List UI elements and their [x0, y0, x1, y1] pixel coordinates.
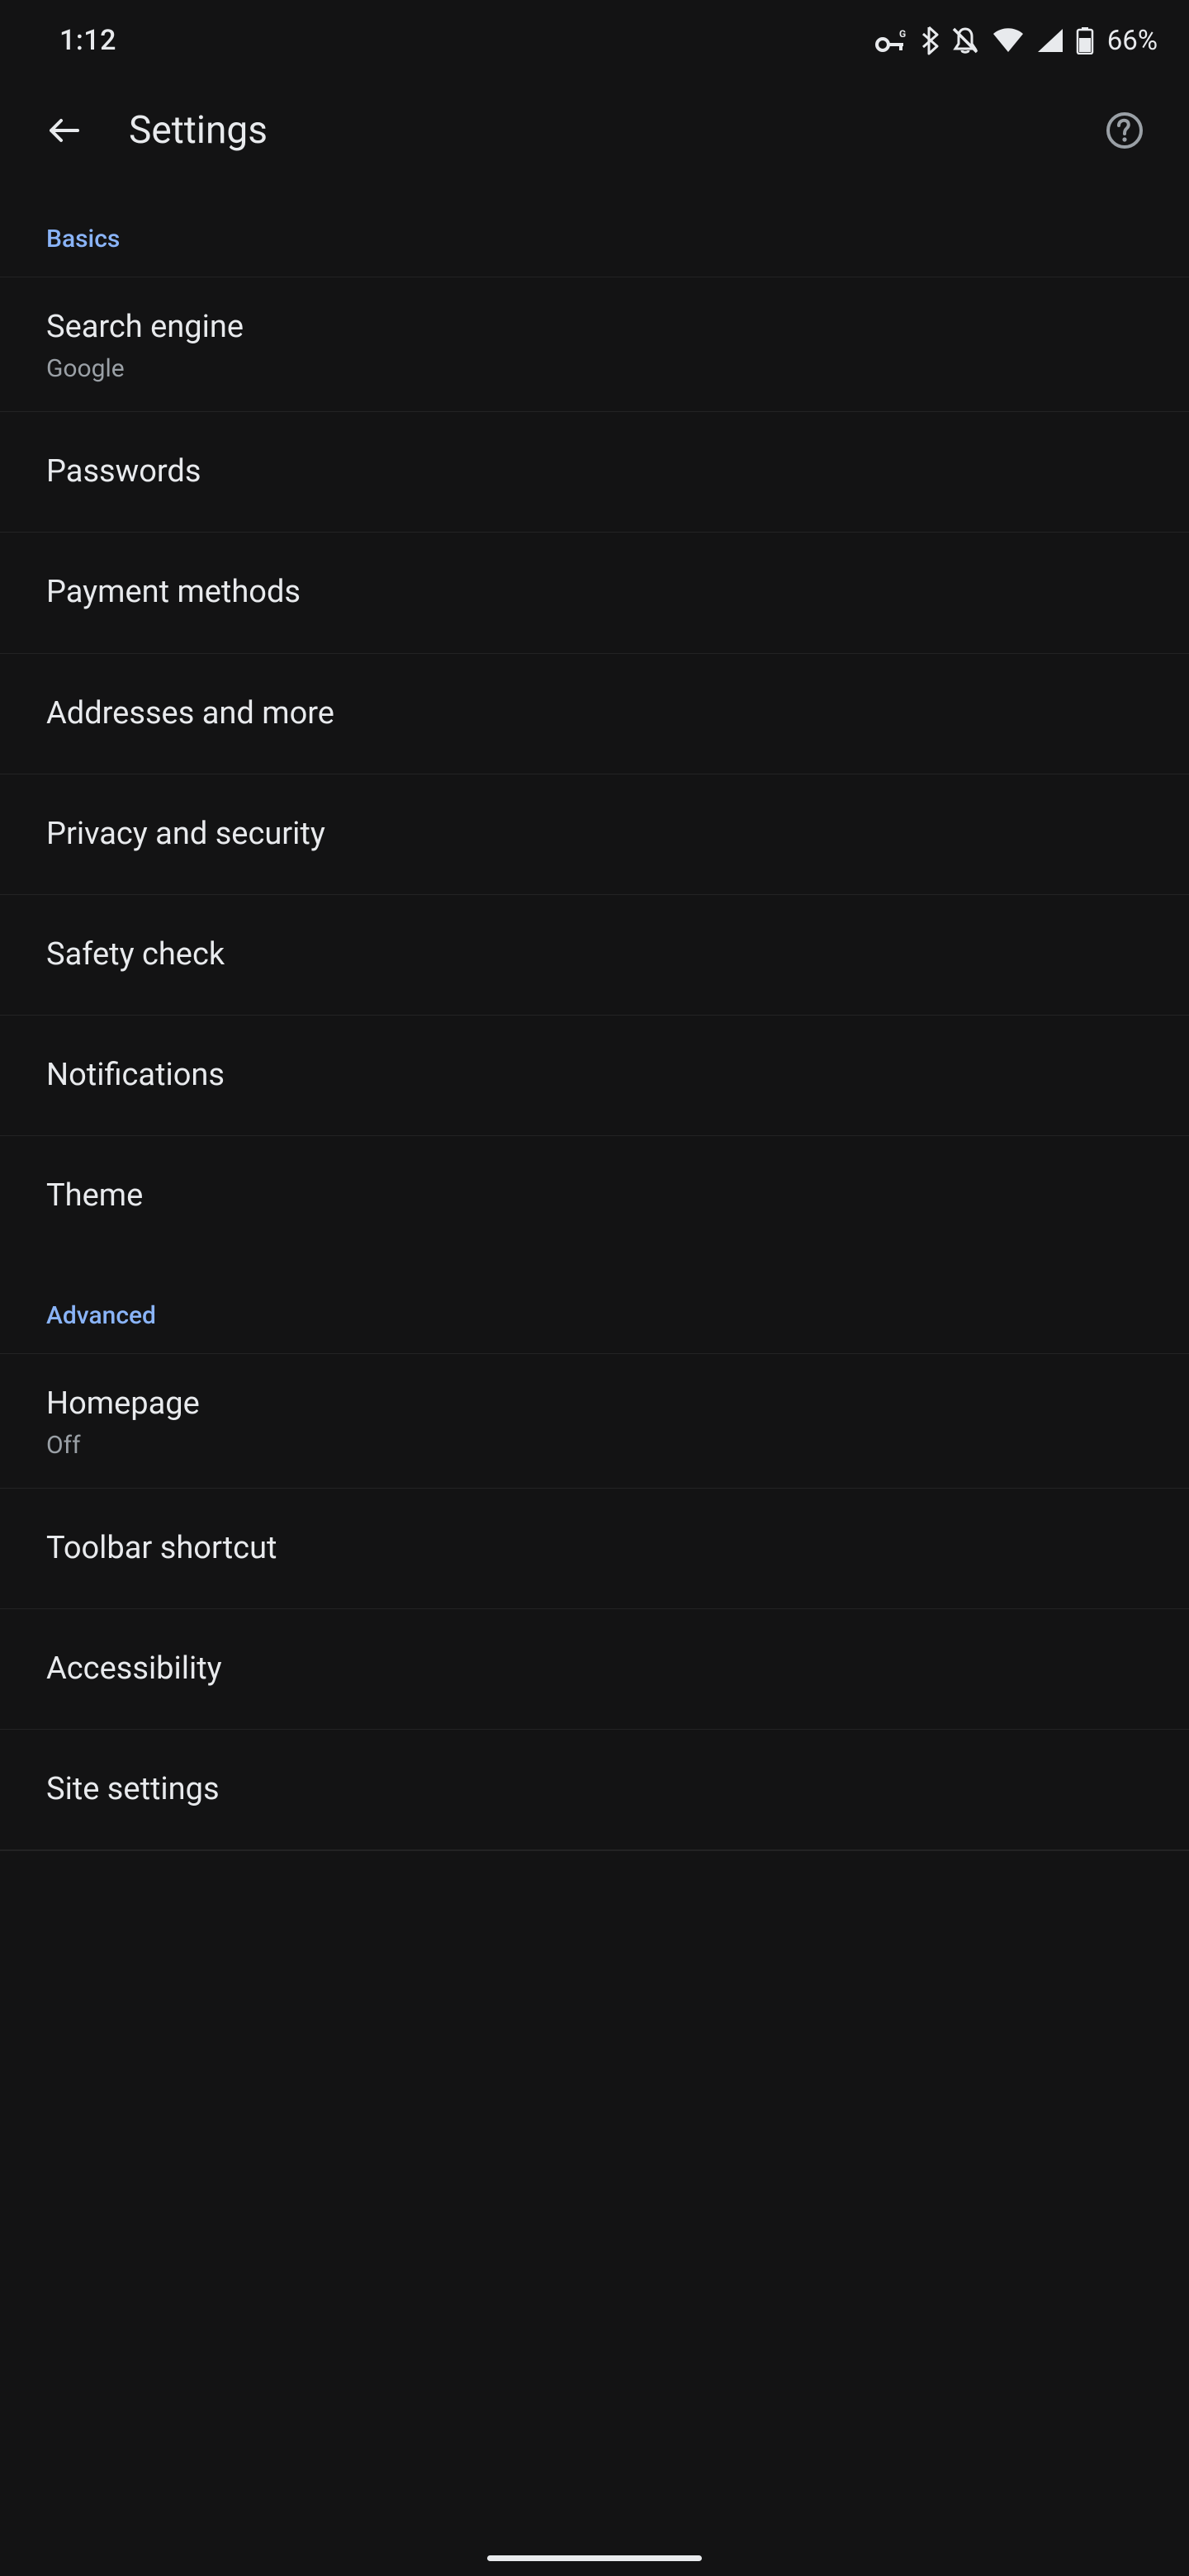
item-title: Search engine	[46, 305, 1143, 349]
item-notifications[interactable]: Notifications	[0, 1016, 1189, 1136]
item-title: Payment methods	[46, 571, 1143, 614]
item-title: Site settings	[46, 1768, 1143, 1811]
item-passwords[interactable]: Passwords	[0, 412, 1189, 533]
item-title: Homepage	[46, 1382, 1143, 1426]
item-title: Theme	[46, 1174, 1143, 1218]
home-indicator[interactable]	[487, 2555, 702, 2561]
item-toolbar-shortcut[interactable]: Toolbar shortcut	[0, 1489, 1189, 1609]
cell-signal-icon	[1036, 27, 1064, 54]
item-title: Addresses and more	[46, 692, 1143, 736]
back-button[interactable]	[35, 101, 94, 160]
item-subtitle: Google	[46, 354, 1143, 383]
bluetooth-icon	[919, 26, 939, 55]
item-payment-methods[interactable]: Payment methods	[0, 533, 1189, 653]
item-homepage[interactable]: Homepage Off	[0, 1354, 1189, 1489]
item-privacy-and-security[interactable]: Privacy and security	[0, 774, 1189, 895]
item-title: Passwords	[46, 450, 1143, 494]
help-button[interactable]	[1095, 101, 1154, 160]
help-icon	[1105, 111, 1144, 150]
status-bar: 1:12 G	[0, 0, 1189, 81]
item-subtitle: Off	[46, 1431, 1143, 1460]
section-advanced: Homepage Off Toolbar shortcut Accessibil…	[0, 1353, 1189, 1852]
item-title: Notifications	[46, 1054, 1143, 1097]
section-header-basics: Basics	[0, 180, 1189, 277]
status-icons: G	[874, 25, 1158, 57]
item-accessibility[interactable]: Accessibility	[0, 1609, 1189, 1730]
item-title: Privacy and security	[46, 812, 1143, 856]
section-header-advanced: Advanced	[0, 1257, 1189, 1353]
item-safety-check[interactable]: Safety check	[0, 895, 1189, 1016]
item-search-engine[interactable]: Search engine Google	[0, 277, 1189, 412]
dnd-off-icon	[950, 26, 980, 55]
item-addresses-and-more[interactable]: Addresses and more	[0, 654, 1189, 774]
item-theme[interactable]: Theme	[0, 1136, 1189, 1256]
status-time: 1:12	[59, 24, 116, 57]
battery-percentage: 66%	[1107, 25, 1158, 57]
page-title: Settings	[129, 108, 1095, 153]
vpn-key-icon: G	[874, 28, 907, 53]
item-title: Safety check	[46, 933, 1143, 977]
section-basics: Search engine Google Passwords Payment m…	[0, 277, 1189, 1257]
item-title: Toolbar shortcut	[46, 1527, 1143, 1570]
item-site-settings[interactable]: Site settings	[0, 1730, 1189, 1851]
wifi-icon	[992, 27, 1025, 54]
svg-text:G: G	[899, 28, 906, 40]
battery-icon	[1076, 26, 1094, 54]
item-title: Accessibility	[46, 1647, 1143, 1691]
app-bar: Settings	[0, 81, 1189, 180]
arrow-left-icon	[45, 111, 84, 150]
